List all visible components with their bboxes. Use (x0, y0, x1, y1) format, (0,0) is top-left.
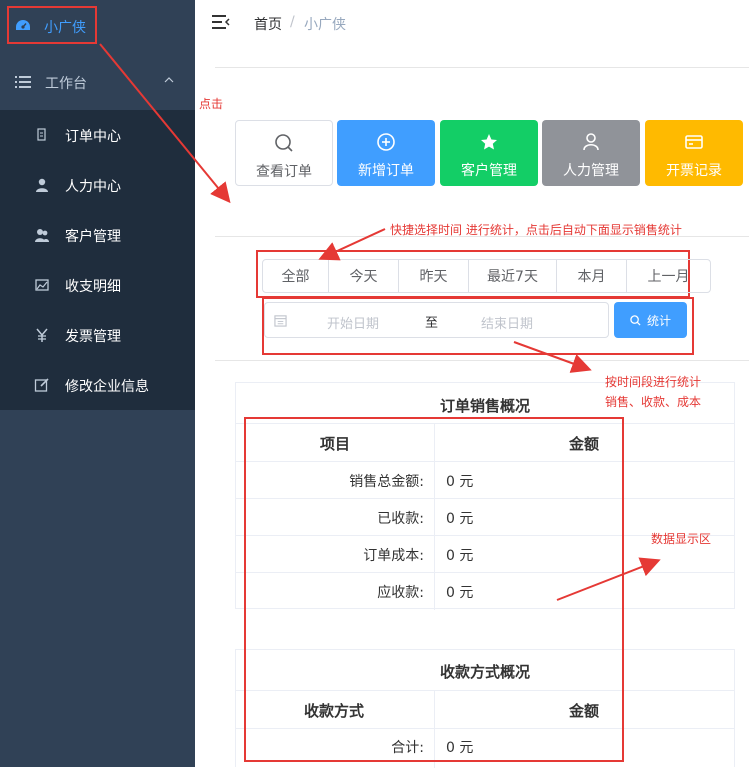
annotation-quick-time: 快捷选择时间 进行统计，点击后自动下面显示销售统计 (390, 223, 682, 237)
arrow-to-quick-actions (99, 43, 231, 204)
arrow-to-data-note (556, 557, 661, 601)
annotation-by-period-2: 销售、收款、成本 (605, 395, 702, 409)
annotation-click: 点击 (199, 97, 224, 111)
arrow-to-time-range (318, 228, 386, 261)
annotation-by-period-1: 按时间段进行统计 (605, 375, 702, 389)
annotation-data-area: 数据显示区 (651, 532, 712, 546)
arrow-to-period-note (513, 341, 592, 373)
